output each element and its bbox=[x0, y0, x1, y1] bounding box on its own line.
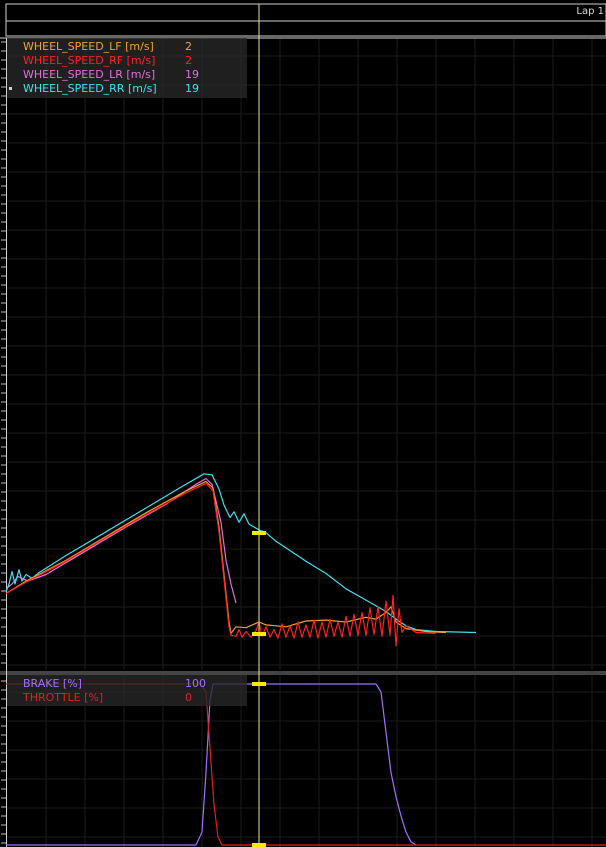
cursor-value-marker bbox=[252, 632, 266, 636]
cursor-value-marker bbox=[252, 682, 266, 686]
legend-value: 100 bbox=[185, 677, 206, 690]
subheader-bar bbox=[5, 20, 606, 37]
legend-value: 2 bbox=[185, 54, 192, 67]
legend-label: WHEEL_SPEED_LR [m/s] bbox=[23, 68, 156, 81]
cursor-value-marker bbox=[252, 843, 266, 847]
wheel-speed-panel[interactable] bbox=[5, 39, 606, 670]
legend-value: 2 bbox=[185, 40, 192, 53]
selected-series-marker bbox=[9, 87, 12, 90]
legend-label: BRAKE [%] bbox=[23, 677, 82, 690]
legend-value: 0 bbox=[185, 691, 192, 704]
series-line-throttle bbox=[6, 683, 606, 846]
header-bar bbox=[5, 3, 606, 22]
legend-label: WHEEL_SPEED_LF [m/s] bbox=[23, 40, 154, 53]
legend-label: THROTTLE [%] bbox=[23, 691, 104, 704]
legend-label: WHEEL_SPEED_RR [m/s] bbox=[23, 82, 157, 95]
legend-value: 19 bbox=[185, 68, 199, 81]
cursor-value-marker bbox=[252, 531, 266, 535]
legend-label: WHEEL_SPEED_RF [m/s] bbox=[23, 54, 156, 67]
series-line-wheel-speed-rf-m-s bbox=[5, 482, 437, 647]
telemetry-chart[interactable] bbox=[0, 0, 606, 847]
legend-value: 19 bbox=[185, 82, 199, 95]
wheel-speed-legend: WHEEL_SPEED_LF [m/s] 2 WHEEL_SPEED_RF [m… bbox=[7, 38, 247, 98]
pedal-legend: BRAKE [%] 100 THROTTLE [%] 0 bbox=[7, 675, 247, 706]
lap-label: Lap 1 bbox=[576, 6, 604, 17]
